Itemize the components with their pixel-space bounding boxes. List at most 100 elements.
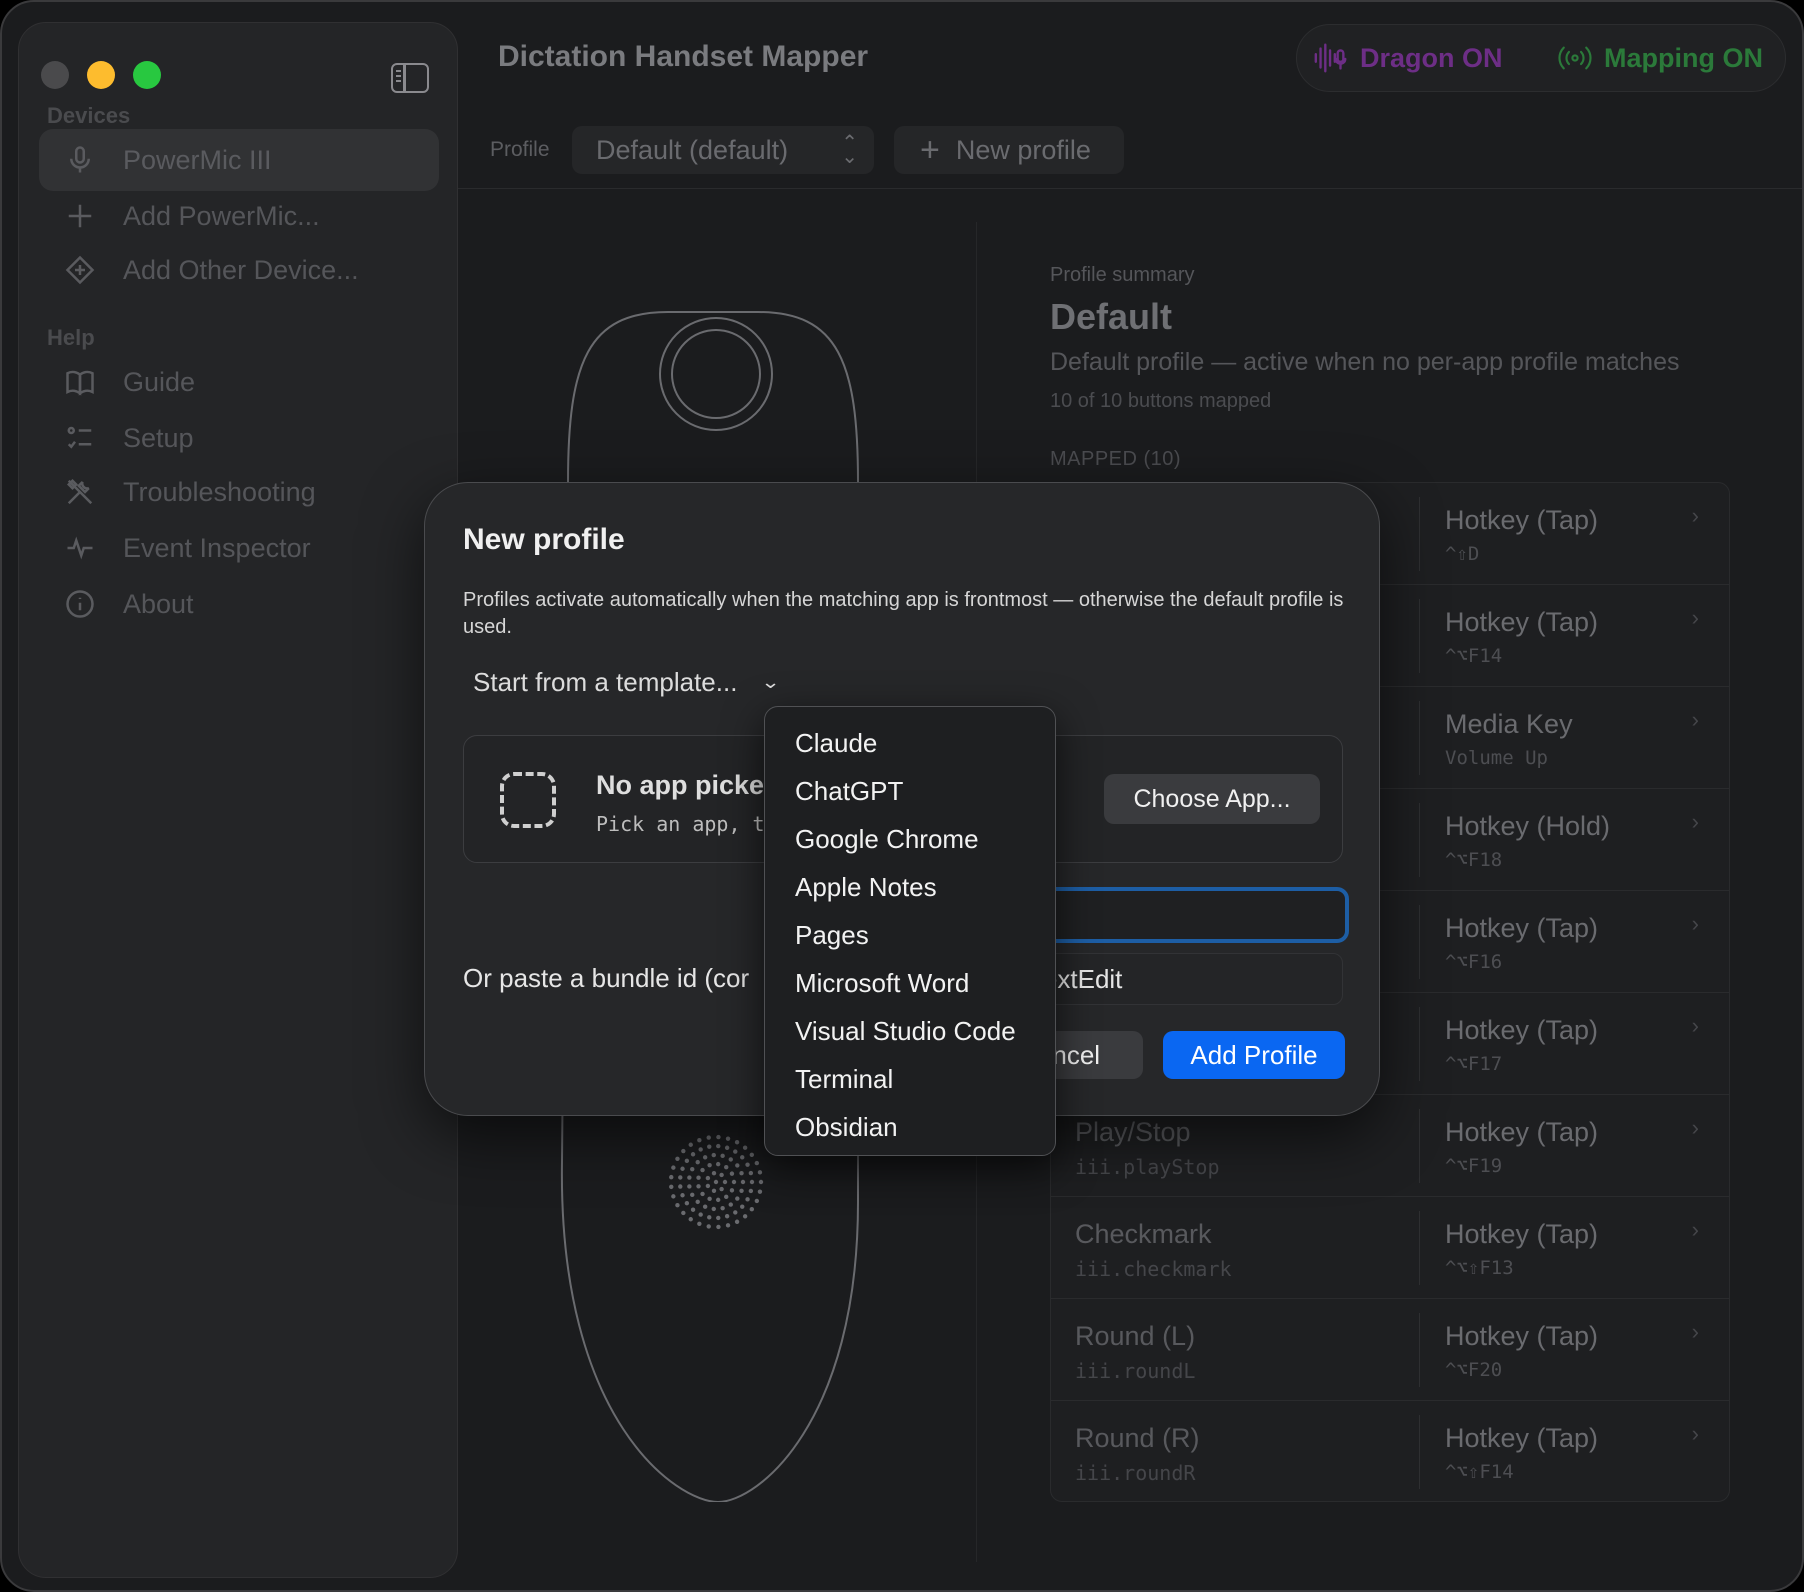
action-keys: Volume Up [1445, 747, 1548, 769]
speaker-dot [675, 1156, 680, 1161]
sidebar-item-troubleshooting[interactable]: Troubleshooting [39, 461, 439, 523]
mapping-row[interactable]: Round (R) iii.roundR Hotkey (Tap) ^⌥⇧F14 › [1051, 1401, 1729, 1503]
mapping-row[interactable]: Round (L) iii.roundL Hotkey (Tap) ^⌥F20 › [1051, 1299, 1729, 1401]
speaker-dot [675, 1203, 680, 1208]
summary-description: Default profile — active when no per-app… [1050, 348, 1680, 376]
speaker-dot [748, 1188, 754, 1194]
checklist-icon [63, 421, 97, 455]
action-type: Hotkey (Tap) [1445, 1117, 1599, 1147]
menu-item[interactable]: Google Chrome [765, 815, 1055, 863]
speaker-dot [690, 1192, 695, 1198]
speaker-dot [700, 1167, 705, 1173]
speaker-dot [715, 1197, 721, 1203]
action-keys: ^⌥⇧F13 [1445, 1257, 1514, 1279]
column-separator [1419, 1313, 1420, 1387]
window-zoom-button[interactable] [133, 61, 161, 89]
action-keys: ^⇧D [1445, 543, 1480, 565]
menu-item[interactable]: Apple Notes [765, 863, 1055, 911]
column-separator [1419, 1415, 1420, 1489]
speaker-dot [702, 1155, 708, 1160]
speaker-dot [684, 1200, 690, 1206]
speaker-dot [733, 1210, 738, 1215]
speaker-dot [724, 1145, 730, 1150]
sidebar-item-label: Event Inspector [123, 532, 311, 563]
menu-item[interactable]: ChatGPT [765, 767, 1055, 815]
menu-item[interactable]: Obsidian [765, 1103, 1055, 1151]
dragon-status-label: Dragon ON [1360, 42, 1503, 73]
button-name: Round (R) [1075, 1423, 1200, 1453]
speaker-dot [700, 1191, 705, 1197]
speaker-dot [734, 1219, 740, 1224]
speaker-dot [690, 1166, 695, 1172]
speaker-dot [716, 1215, 721, 1221]
choose-app-button[interactable]: Choose App... [1104, 774, 1320, 824]
plus-icon [63, 199, 97, 233]
mapping-status-label: Mapping ON [1604, 42, 1763, 73]
sidebar-item-label: Guide [123, 366, 196, 397]
mapping-row[interactable]: Checkmark iii.checkmark Hotkey (Tap) ^⌥⇧F13… [1051, 1197, 1729, 1299]
speaker-dot [707, 1144, 712, 1149]
column-separator [1419, 497, 1420, 571]
action-type: Hotkey (Tap) [1445, 1015, 1599, 1045]
window-close-button[interactable] [41, 61, 69, 89]
speaker-dot [758, 1179, 764, 1185]
window-minimize-button[interactable] [87, 61, 115, 89]
action-keys: ^⌥F20 [1445, 1359, 1503, 1381]
speaker-dot [669, 1184, 674, 1190]
speaker-dot [749, 1207, 755, 1212]
mapping-status: Mapping ON [1556, 40, 1763, 76]
sidebar-item-add-powermic[interactable]: Add PowerMic... [39, 185, 439, 247]
speaker-dot [720, 1205, 725, 1211]
menu-item[interactable]: Claude [765, 719, 1055, 767]
menu-item[interactable]: Visual Studio Code [765, 1007, 1055, 1055]
speaker-dot [745, 1162, 750, 1167]
speaker-dot [724, 1214, 730, 1219]
dialog-title: New profile [463, 523, 625, 556]
menu-item[interactable]: Terminal [765, 1055, 1055, 1103]
speaker-dot [680, 1166, 685, 1171]
tools-icon [63, 475, 97, 509]
template-select[interactable]: Start from a template... ⌄ [473, 667, 781, 698]
speaker-dot [740, 1204, 745, 1209]
mapped-header: MAPPED (10) [1050, 448, 1182, 470]
sidebar-item-powermic-iii[interactable]: PowerMic III [39, 129, 439, 191]
dialog-description: Profiles activate automatically when the… [463, 589, 1344, 638]
menu-item[interactable]: Microsoft Word [765, 959, 1055, 1007]
action-type: Hotkey (Tap) [1445, 1219, 1599, 1249]
app-placeholder-icon [500, 772, 556, 828]
speaker-dot [742, 1145, 748, 1150]
sidebar-toggle-icon[interactable] [391, 63, 429, 93]
new-profile-button[interactable]: + New profile [894, 126, 1124, 174]
dragon-status: Dragon ON [1312, 40, 1503, 76]
add-profile-button[interactable]: Add Profile [1163, 1031, 1345, 1079]
template-menu: Claude ChatGPT Google Chrome Apple Notes Pag… [764, 706, 1056, 1156]
speaker-dot [749, 1152, 755, 1157]
column-separator [1419, 701, 1420, 775]
new-profile-label: New profile [955, 134, 1091, 165]
sidebar-item-about[interactable]: About [39, 573, 439, 635]
speaker-dot [731, 1179, 737, 1185]
speaker-dot [754, 1198, 760, 1204]
sidebar-item-setup[interactable]: Setup [39, 407, 439, 469]
sidebar-item-event-inspector[interactable]: Event Inspector [39, 517, 439, 579]
window-title: Dictation Handset Mapper [498, 40, 869, 73]
speaker-dot [729, 1171, 735, 1176]
sidebar-item-guide[interactable]: Guide [39, 351, 439, 413]
speaker-dot [698, 1212, 703, 1217]
speaker-dot [696, 1184, 701, 1189]
speaker-dot [711, 1206, 716, 1212]
speaker-dot [735, 1196, 740, 1201]
plus-icon: + [920, 130, 940, 169]
speaker-dot [684, 1158, 690, 1164]
action-keys: ^⌥F19 [1445, 1155, 1503, 1177]
button-id: iii.playStop [1075, 1155, 1220, 1179]
speaker-dot [740, 1179, 746, 1185]
sidebar-item-add-other-device[interactable]: Add Other Device... [39, 239, 439, 301]
profile-select[interactable]: Default (default) ⌃ ⌄ [572, 126, 874, 174]
button-id: iii.roundR [1075, 1461, 1196, 1485]
speaker-dot [669, 1174, 674, 1180]
toolbar-divider [458, 188, 1802, 189]
menu-item[interactable]: Pages [765, 911, 1055, 959]
app-window: Devices PowerMic III Add PowerMic... Add… [0, 0, 1804, 1592]
profile-label: Profile [490, 138, 550, 161]
